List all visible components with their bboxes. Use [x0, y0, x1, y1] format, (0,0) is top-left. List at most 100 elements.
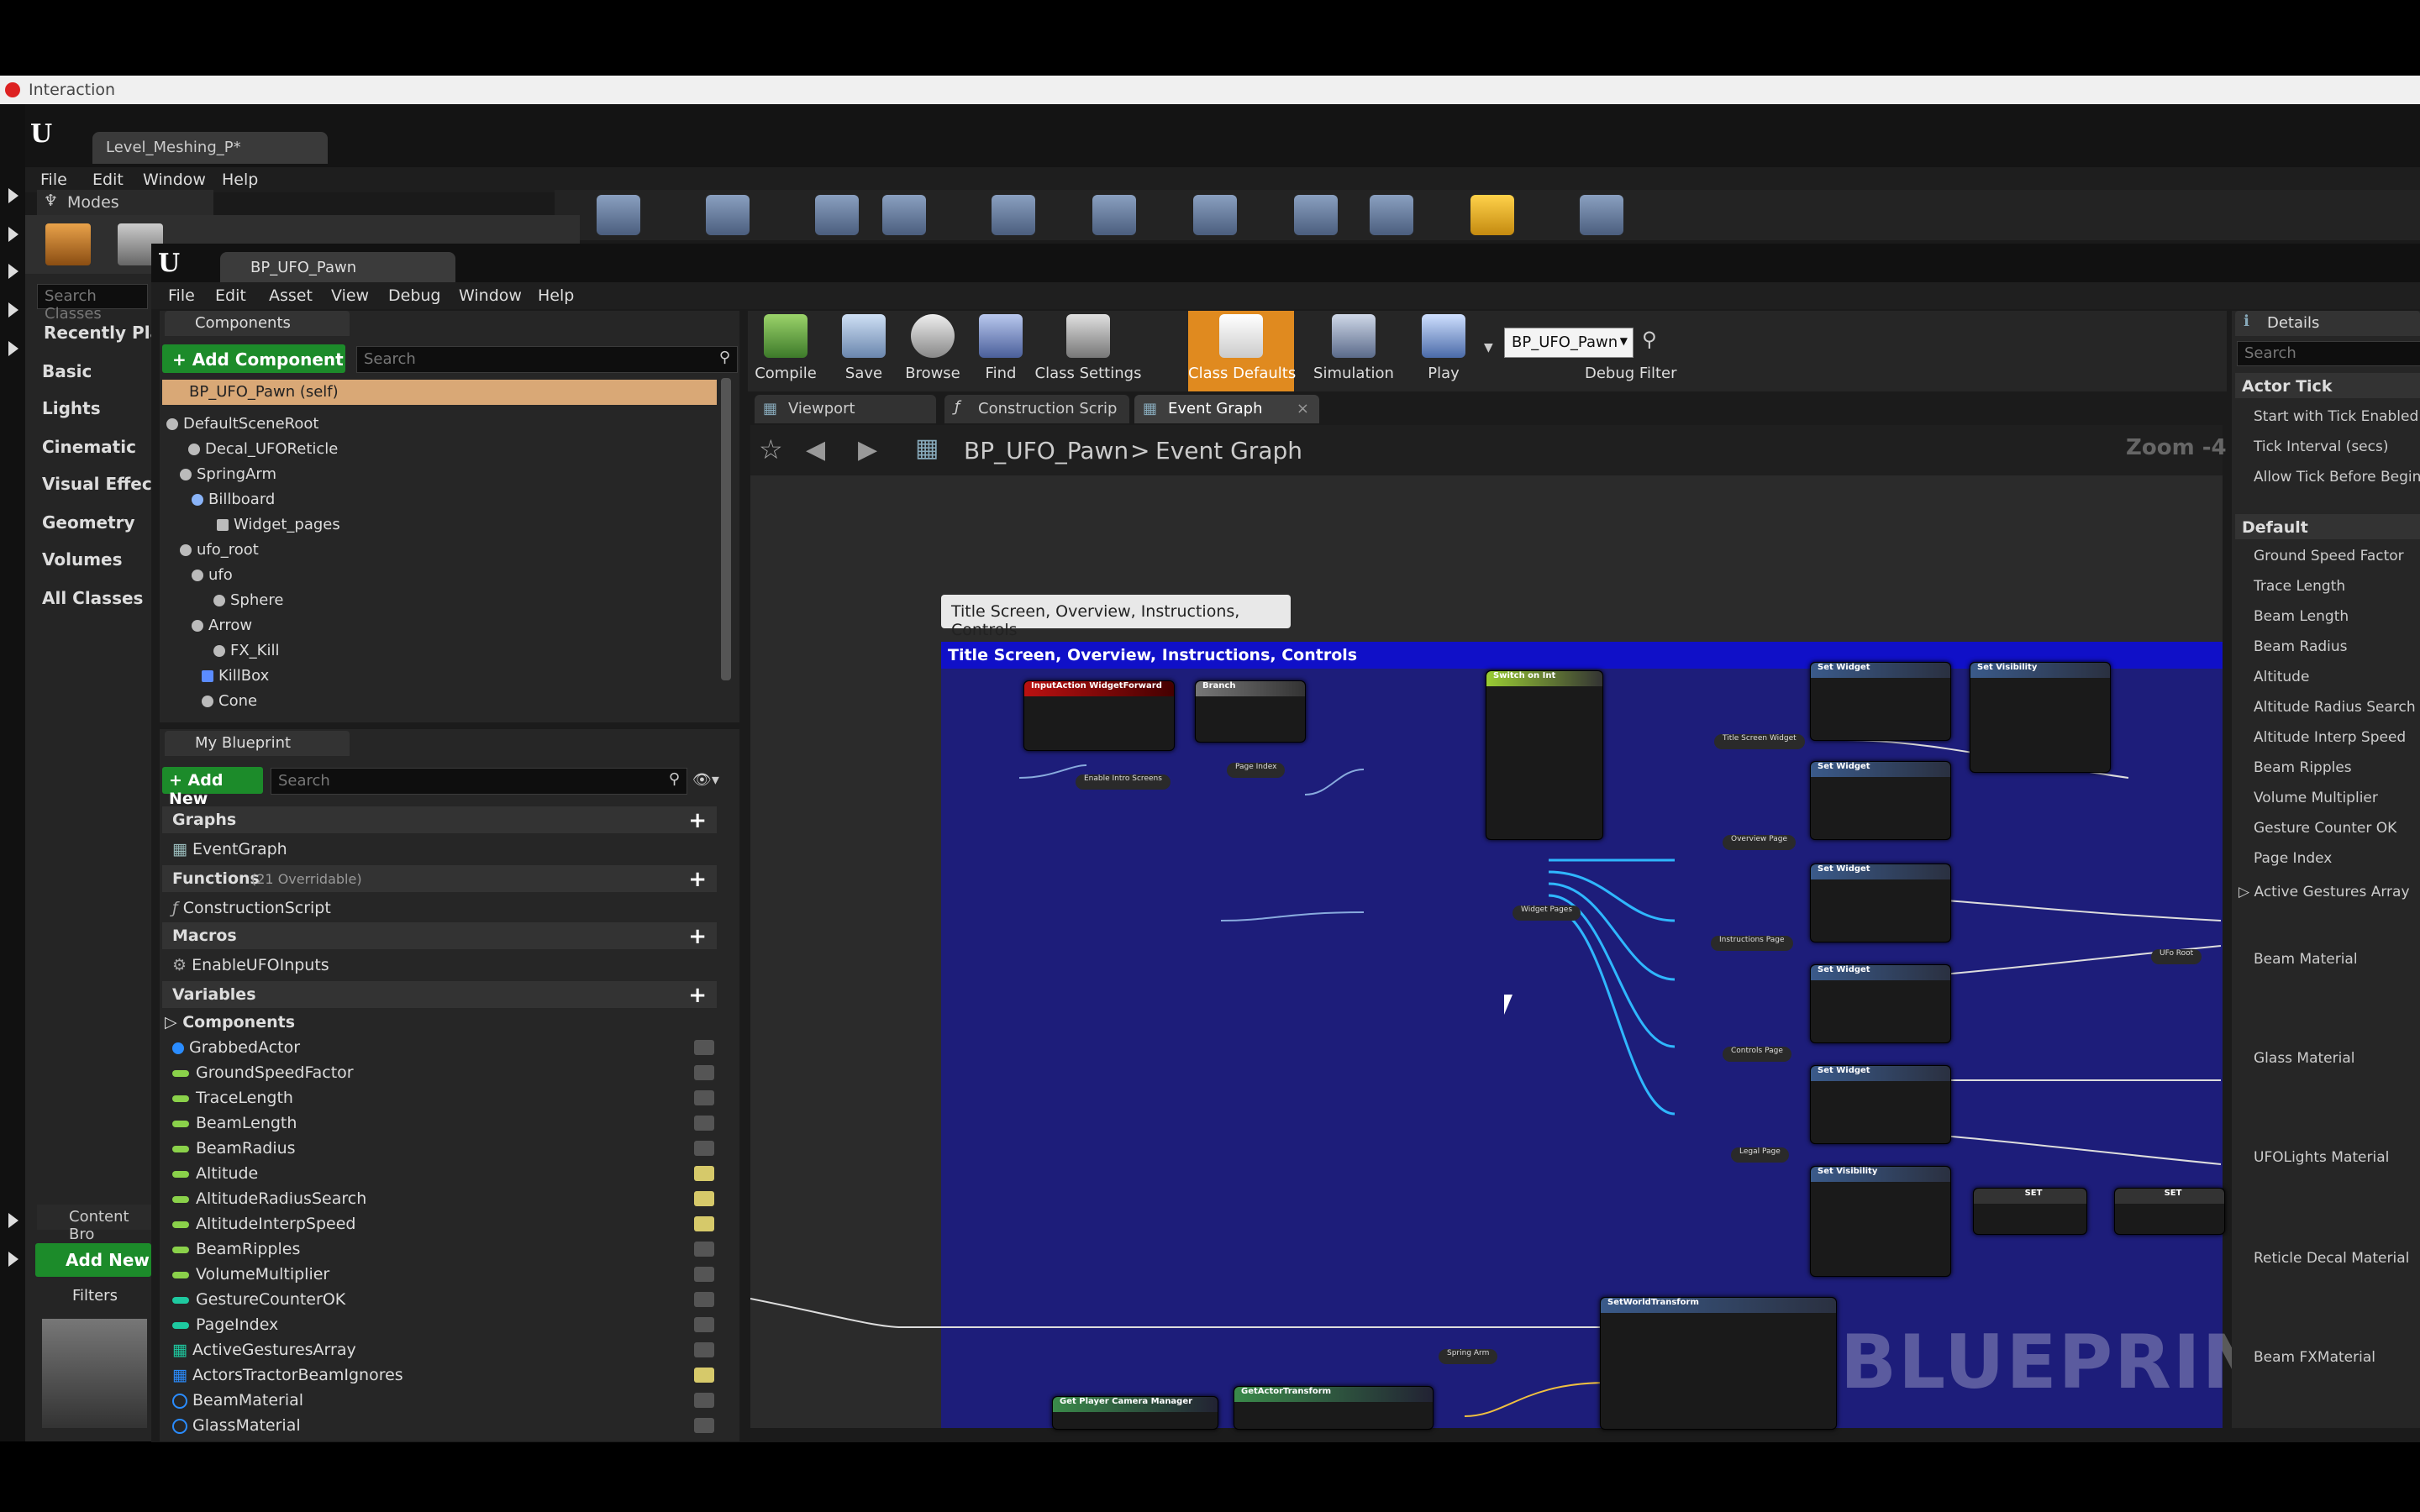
tree-item-cone[interactable]: Cone [202, 692, 257, 710]
bp-menu-edit[interactable]: Edit [215, 286, 246, 305]
eye-icon[interactable] [694, 1342, 714, 1357]
tree-item-ufo-root[interactable]: ufo_root [180, 541, 259, 559]
modes-item-lights[interactable]: Lights [42, 398, 101, 418]
bp-menu-window[interactable]: Window [459, 286, 522, 305]
tree-item-decal[interactable]: Decal_UFOReticle [188, 440, 338, 458]
add-graph-icon[interactable]: + [688, 808, 707, 833]
launch-device-icon[interactable] [1580, 195, 1623, 235]
set-widget-node[interactable]: Set Widget [1810, 761, 1951, 840]
variable-item[interactable]: ▦ ActorsTractorBeamIgnores [172, 1366, 403, 1384]
browse-button[interactable]: Browse [899, 311, 966, 391]
expand-arrow-icon[interactable] [8, 264, 18, 279]
spring-arm-var-node[interactable]: Spring Arm [1439, 1349, 1498, 1364]
my-blueprint-tab[interactable]: My Blueprint [165, 731, 350, 756]
class-settings-button[interactable]: Class Settings [1034, 311, 1143, 391]
overview-page-var-node[interactable]: Overview Page [1723, 835, 1797, 850]
play-button[interactable]: Play [1407, 311, 1481, 391]
play-options-chevron-icon[interactable]: ▼ [1484, 341, 1493, 354]
eye-icon[interactable] [694, 1267, 714, 1282]
eye-icon[interactable] [694, 1418, 714, 1433]
set-widget-node[interactable]: Set Widget [1810, 662, 1951, 741]
debug-object-select[interactable]: BP_UFO_Pawn ▼ [1504, 328, 1634, 358]
eye-open-icon[interactable] [694, 1166, 714, 1181]
place-mode-icon[interactable] [45, 223, 91, 265]
set-enable-ufo-node[interactable]: SET [2114, 1188, 2225, 1235]
eye-icon[interactable] [694, 1242, 714, 1257]
settings-icon[interactable] [992, 195, 1035, 235]
input-action-node[interactable]: InputAction WidgetForward [1023, 680, 1175, 751]
switch-on-int-node[interactable]: Switch on Int [1486, 670, 1603, 840]
bp-asset-tab[interactable]: BP_UFO_Pawn [220, 252, 455, 282]
tree-item-fx-kill[interactable]: FX_Kill [213, 642, 280, 659]
controls-page-var-node[interactable]: Controls Page [1723, 1047, 1791, 1062]
variable-item[interactable]: Altitude [172, 1164, 258, 1183]
variable-item[interactable]: BeamRipples [172, 1240, 300, 1258]
branch-node[interactable]: Branch [1195, 680, 1306, 743]
set-widget-node[interactable]: Set Widget [1810, 1065, 1951, 1144]
get-camera-manager-node[interactable]: Get Player Camera Manager [1052, 1396, 1218, 1430]
save-button[interactable]: Save [832, 311, 896, 391]
tree-item-ufo[interactable]: ufo [192, 566, 233, 584]
eye-icon[interactable] [694, 1090, 714, 1105]
expand-arrow-icon[interactable] [8, 1213, 18, 1228]
blueprints-icon[interactable] [1092, 195, 1136, 235]
tree-item-arrow[interactable]: Arrow [192, 617, 252, 634]
ufo-root-var-node[interactable]: UFo Root [2151, 949, 2202, 964]
bp-menu-asset[interactable]: Asset [269, 286, 313, 305]
forward-arrow-icon[interactable]: ▶ [858, 435, 877, 465]
menu-edit[interactable]: Edit [92, 171, 124, 189]
set-page-index-node[interactable]: SET [1973, 1188, 2087, 1235]
find-button[interactable]: Find [971, 311, 1030, 391]
asset-thumbnail[interactable] [42, 1319, 147, 1428]
functions-section[interactable]: Functions (21 Overridable) + [162, 865, 717, 892]
eye-icon[interactable] [694, 1040, 714, 1055]
tree-item-billboard[interactable]: Billboard [192, 491, 275, 508]
set-visibility-node[interactable]: Set Visibility [1970, 662, 2111, 773]
tab-construction-script[interactable]: ƒ Construction Scrip [944, 395, 1129, 423]
variable-item[interactable]: VolumeMultiplier [172, 1265, 329, 1284]
variable-item[interactable]: GestureCounterOK [172, 1290, 345, 1309]
level-tab[interactable]: Level_Meshing_P* [92, 132, 328, 164]
debug-find-icon[interactable]: ⚲ [1642, 328, 1657, 351]
set-world-transform-node[interactable]: SetWorldTransform [1600, 1297, 1837, 1430]
cinematics-icon[interactable] [1193, 195, 1237, 235]
favorite-star-icon[interactable]: ☆ [759, 433, 783, 465]
variables-section[interactable]: Variables + [162, 981, 717, 1008]
launch-icon[interactable] [1370, 195, 1413, 235]
bp-menu-view[interactable]: View [331, 286, 369, 305]
legal-page-var-node[interactable]: Legal Page [1731, 1147, 1789, 1163]
variables-category-components[interactable]: ▷ Components [165, 1013, 295, 1032]
macros-section[interactable]: Macros + [162, 922, 717, 949]
expand-arrow-icon[interactable] [8, 227, 18, 242]
breadcrumb-root[interactable]: BP_UFO_Pawn [964, 437, 1128, 465]
marketplace-icon[interactable] [882, 195, 926, 235]
add-component-button[interactable]: + Add Component [162, 344, 345, 373]
tab-event-graph[interactable]: ▦ Event Graph × [1134, 395, 1319, 423]
variable-item[interactable]: BeamLength [172, 1114, 297, 1132]
title-screen-widget-var-node[interactable]: Title Screen Widget [1714, 734, 1805, 749]
variable-item[interactable]: TraceLength [172, 1089, 293, 1107]
eye-icon[interactable] [694, 1116, 714, 1131]
close-icon[interactable]: × [1297, 400, 1309, 417]
expand-arrow-icon[interactable] [8, 341, 18, 356]
components-search-input[interactable]: Search ⚲ [356, 346, 738, 373]
eye-open-icon[interactable] [694, 1191, 714, 1206]
simulation-button[interactable]: Simulation [1307, 311, 1400, 391]
function-item-constructionscript[interactable]: ƒ ConstructionScript [172, 899, 331, 917]
tree-item-killbox[interactable]: KillBox [202, 667, 269, 685]
add-new-button[interactable]: + Add New [162, 767, 263, 808]
add-variable-icon[interactable]: + [688, 983, 707, 1008]
variable-item[interactable]: AltitudeRadiusSearch [172, 1189, 366, 1208]
set-visibility-node[interactable]: Set Visibility [1810, 1166, 1951, 1277]
compile-button[interactable]: Compile [748, 311, 823, 391]
eye-open-icon[interactable] [694, 1216, 714, 1231]
graph-item-eventgraph[interactable]: ▦ EventGraph [172, 840, 287, 858]
content-add-new-button[interactable]: Add New [35, 1243, 151, 1277]
tab-viewport[interactable]: ▦ Viewport [755, 395, 936, 423]
eye-icon[interactable] [694, 1065, 714, 1080]
filters-button[interactable]: Filters [35, 1285, 151, 1310]
eye-open-icon[interactable] [694, 1368, 714, 1383]
details-category-actor-tick[interactable]: Actor Tick [2235, 373, 2420, 398]
play-icon[interactable] [1470, 195, 1514, 235]
variable-item[interactable]: PageIndex [172, 1315, 278, 1334]
